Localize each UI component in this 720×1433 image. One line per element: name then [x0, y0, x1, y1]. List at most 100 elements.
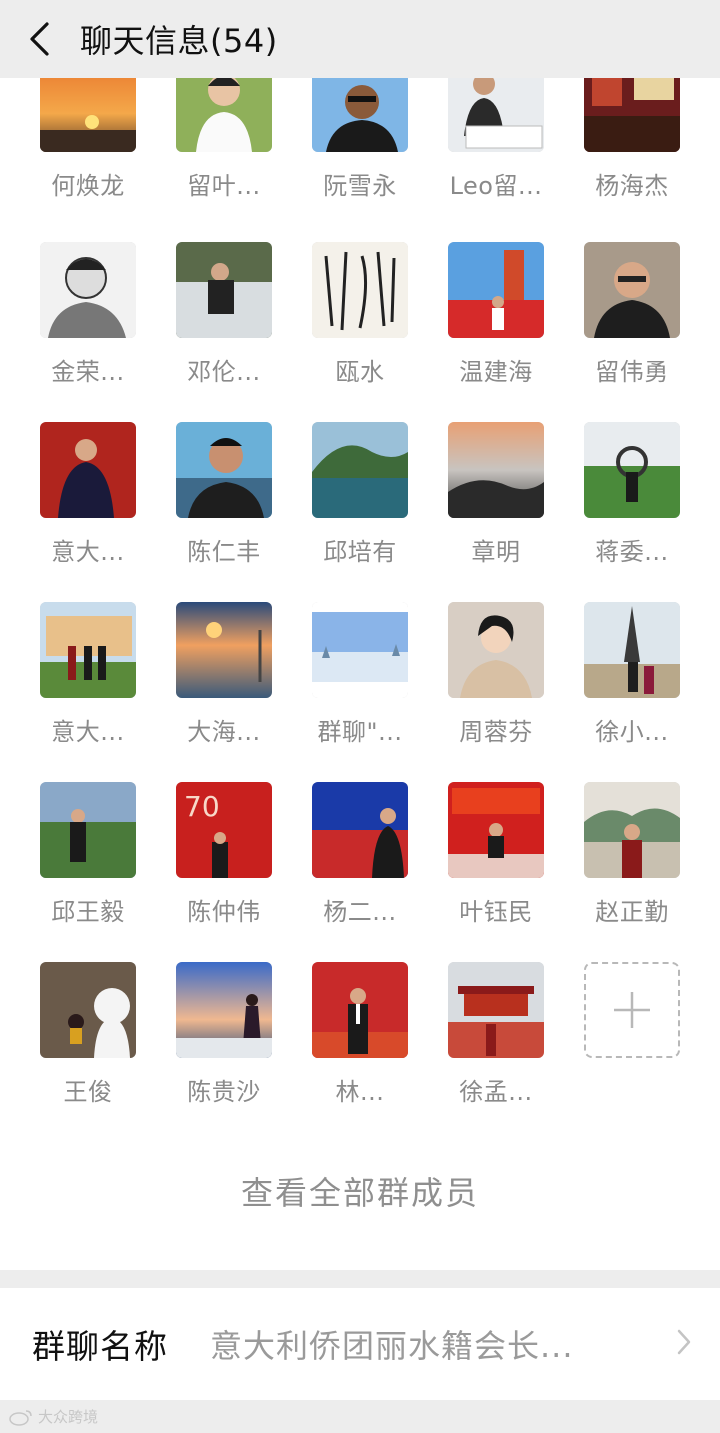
member-avatar — [584, 242, 680, 338]
group-name-label: 群聊名称 — [32, 1327, 168, 1366]
group-name-value: 意大利侨团丽水籍会长... — [210, 1327, 574, 1365]
member-avatar — [40, 782, 136, 878]
member-item[interactable]: 邱王毅 — [20, 782, 156, 952]
chevron-left-icon — [30, 22, 49, 56]
member-avatar — [40, 78, 136, 152]
member-item[interactable]: Leo留... — [428, 78, 564, 226]
member-name: 陈仁丰 — [187, 538, 261, 566]
member-avatar — [176, 422, 272, 518]
add-member-item[interactable] — [564, 962, 700, 1132]
member-name: 陈贵沙 — [187, 1078, 261, 1106]
member-item[interactable]: 林... — [292, 962, 428, 1132]
member-panel: 何焕龙 留叶... 阮雪永 Leo留... 杨海杰 金荣... 邓伦... 瓯水… — [0, 78, 720, 1270]
member-avatar — [448, 962, 544, 1058]
member-item[interactable]: 意大... — [20, 422, 156, 592]
member-name: 意大... — [51, 538, 125, 566]
member-name: 阮雪永 — [323, 172, 397, 200]
member-name: 叶钰民 — [459, 898, 533, 926]
member-avatar — [40, 422, 136, 518]
view-all-members-link[interactable]: 查看全部群成员 — [0, 1168, 720, 1228]
member-item[interactable]: 何焕龙 — [20, 78, 156, 226]
group-name-row[interactable]: 群聊名称 意大利侨团丽水籍会长... — [0, 1288, 720, 1400]
member-item[interactable]: 留叶... — [156, 78, 292, 226]
section-divider — [0, 1270, 720, 1288]
svg-text:70: 70 — [184, 790, 220, 823]
member-avatar — [584, 422, 680, 518]
member-avatar — [584, 782, 680, 878]
member-item[interactable]: 瓯水 — [292, 242, 428, 412]
member-item[interactable]: 陈仁丰 — [156, 422, 292, 592]
member-avatar — [312, 242, 408, 338]
member-name: 瓯水 — [335, 358, 385, 386]
member-item[interactable]: 周蓉芬 — [428, 602, 564, 772]
member-item[interactable]: 王俊 — [20, 962, 156, 1132]
member-item[interactable]: 70 陈仲伟 — [156, 782, 292, 952]
member-name: 大海... — [187, 718, 261, 746]
member-avatar — [176, 602, 272, 698]
member-name: 杨海杰 — [595, 172, 669, 200]
member-item[interactable]: 杨二... — [292, 782, 428, 952]
member-avatar — [312, 782, 408, 878]
member-item[interactable]: 群聊"... — [292, 602, 428, 772]
member-avatar — [312, 422, 408, 518]
weibo-icon — [9, 1409, 32, 1426]
member-name: 邱王毅 — [51, 898, 125, 926]
member-avatar — [448, 78, 544, 152]
member-item[interactable]: 邓伦... — [156, 242, 292, 412]
member-name: 何焕龙 — [51, 172, 125, 200]
member-avatar — [176, 242, 272, 338]
member-item[interactable]: 陈贵沙 — [156, 962, 292, 1132]
member-name: 徐孟... — [459, 1078, 533, 1106]
member-item[interactable]: 邱培有 — [292, 422, 428, 592]
member-item[interactable]: 温建海 — [428, 242, 564, 412]
member-avatar — [584, 78, 680, 152]
member-name: 金荣... — [51, 358, 125, 386]
member-item[interactable]: 金荣... — [20, 242, 156, 412]
member-item[interactable]: 章明 — [428, 422, 564, 592]
member-avatar — [40, 242, 136, 338]
member-avatar — [312, 962, 408, 1058]
member-name: 徐小... — [595, 718, 669, 746]
member-grid: 何焕龙 留叶... 阮雪永 Leo留... 杨海杰 金荣... 邓伦... 瓯水… — [0, 78, 720, 1178]
member-item[interactable]: 徐小... — [564, 602, 700, 772]
page-title: 聊天信息(54) — [80, 22, 278, 60]
member-name: 意大... — [51, 718, 125, 746]
member-name: 留叶... — [187, 172, 261, 200]
member-name: 杨二... — [323, 898, 397, 926]
member-item[interactable]: 阮雪永 — [292, 78, 428, 226]
member-item[interactable]: 叶钰民 — [428, 782, 564, 952]
member-item[interactable]: 赵正勤 — [564, 782, 700, 952]
member-avatar — [312, 78, 408, 152]
member-name: 王俊 — [63, 1078, 113, 1106]
member-name: 林... — [335, 1078, 385, 1106]
add-member-button[interactable] — [584, 962, 680, 1058]
member-name: 周蓉芬 — [459, 718, 533, 746]
member-avatar — [448, 422, 544, 518]
member-item[interactable]: 蒋委... — [564, 422, 700, 592]
member-item[interactable]: 杨海杰 — [564, 78, 700, 226]
member-avatar — [40, 962, 136, 1058]
member-name: 邓伦... — [187, 358, 261, 386]
member-avatar — [448, 242, 544, 338]
member-avatar — [448, 602, 544, 698]
member-name: 章明 — [471, 538, 521, 566]
member-name: 温建海 — [459, 358, 533, 386]
member-avatar — [40, 602, 136, 698]
member-name: 群聊"... — [317, 718, 403, 746]
member-name: 赵正勤 — [595, 898, 669, 926]
back-button[interactable] — [0, 0, 78, 78]
member-name: 蒋委... — [595, 538, 669, 566]
member-name: 邱培有 — [323, 538, 397, 566]
member-name: 留伟勇 — [595, 358, 669, 386]
member-item[interactable]: 大海... — [156, 602, 292, 772]
member-avatar — [448, 782, 544, 878]
member-item[interactable]: 意大... — [20, 602, 156, 772]
member-avatar — [584, 602, 680, 698]
watermark-text: 大众跨境 — [38, 1408, 99, 1426]
chevron-right-icon — [677, 1329, 691, 1355]
member-item[interactable]: 徐孟... — [428, 962, 564, 1132]
member-name: 陈仲伟 — [187, 898, 261, 926]
header-bar: 聊天信息(54) — [0, 0, 720, 78]
member-avatar: 70 — [176, 782, 272, 878]
member-item[interactable]: 留伟勇 — [564, 242, 700, 412]
